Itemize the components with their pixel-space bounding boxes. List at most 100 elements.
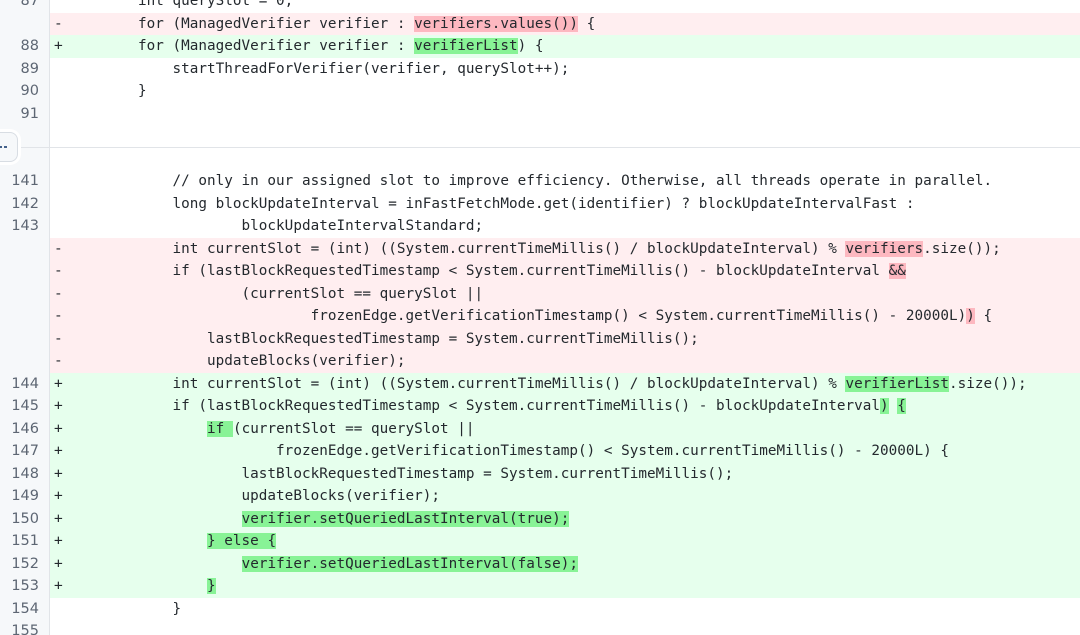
code-text: .size());	[949, 375, 1027, 392]
code-line: for (ManagedVerifier verifier : verifier…	[69, 13, 1080, 36]
diff-hunk-2: 141 // only in our assigned slot to impr…	[0, 170, 1080, 635]
diff-line-addition[interactable]: 148 + lastBlockRequestedTimestamp = Syste…	[0, 462, 1080, 486]
diff-hunk-1: 87 int querySlot = 0; - for (ManagedVerif…	[0, 0, 1080, 125]
diff-line-context[interactable]: 155	[0, 620, 1080, 635]
line-number	[0, 327, 50, 350]
hunk-separator-line	[0, 147, 1080, 148]
diff-marker	[50, 215, 69, 238]
code-text: }	[69, 83, 147, 99]
code-text: for (ManagedVerifier verifier :	[69, 15, 415, 32]
hunk-separator	[0, 125, 1080, 170]
diff-line-context[interactable]: 89 startThreadForVerifier(verifier, quer…	[0, 57, 1080, 81]
code-line: for (ManagedVerifier verifier : verifier…	[69, 35, 1080, 58]
line-number: 91	[0, 102, 50, 125]
word-diff-highlight: verifier.setQueriedLastInterval(false);	[241, 555, 579, 572]
diff-marker: +	[54, 443, 63, 459]
line-number: 143	[0, 215, 50, 238]
code-line: if (lastBlockRequestedTimestamp < System…	[69, 260, 1080, 283]
diff-line-addition[interactable]: 149 + updateBlocks(verifier);	[0, 485, 1080, 508]
diff-line-deletion[interactable]: - (currentSlot == querySlot ||	[0, 282, 1080, 305]
line-number: 154	[0, 597, 50, 620]
diff-line-addition[interactable]: 152 + verifier.setQueriedLastInterval(fal…	[0, 552, 1080, 576]
diff-marker: +	[54, 488, 63, 504]
code-text: lastBlockRequestedTimestamp = System.cur…	[69, 465, 734, 482]
word-diff-highlight: }	[207, 578, 216, 594]
diff-line-addition[interactable]: 144 + int currentSlot = (int) ((System.cu…	[0, 372, 1080, 395]
code-text: (currentSlot == querySlot ||	[69, 285, 484, 302]
diff-marker: +	[54, 38, 63, 54]
code-text: }	[69, 600, 182, 617]
diff-line-addition[interactable]: 151 + } else {	[0, 530, 1080, 553]
diff-line-addition[interactable]: 88 + for (ManagedVerifier verifier : veri…	[0, 35, 1080, 58]
word-diff-highlight: verifierList	[414, 38, 518, 54]
code-line: verifier.setQueriedLastInterval(false);	[69, 553, 1080, 576]
diff-marker: -	[54, 330, 63, 347]
code-text: // only in our assigned slot to improve …	[69, 173, 993, 189]
code-text: frozenEdge.getVerificationTimestamp() < …	[69, 308, 967, 324]
code-text: lastBlockRequestedTimestamp = System.cur…	[69, 330, 699, 347]
diff-line-addition[interactable]: 146 + if (currentSlot == querySlot ||	[0, 417, 1080, 441]
diff-line-deletion[interactable]: - int currentSlot = (int) ((System.curre…	[0, 237, 1080, 260]
diff-line-addition[interactable]: 145 + if (lastBlockRequestedTimestamp < S…	[0, 395, 1080, 418]
diff-line-deletion[interactable]: - frozenEdge.getVerificationTimestamp() …	[0, 305, 1080, 328]
expand-hunk-button[interactable]	[0, 132, 18, 162]
diff-line-context[interactable]: 142 long blockUpdateInterval = inFastFet…	[0, 192, 1080, 216]
code-line: if (currentSlot == querySlot ||	[69, 418, 1080, 441]
word-diff-highlight: )	[879, 398, 889, 414]
diff-line-deletion[interactable]: - if (lastBlockRequestedTimestamp < Syst…	[0, 260, 1080, 283]
code-text: long blockUpdateInterval = inFastFetchMo…	[69, 195, 915, 212]
code-line: }	[69, 575, 1080, 598]
diff-line-context[interactable]: 91	[0, 102, 1080, 125]
line-number: 89	[0, 57, 50, 80]
diff-line-context[interactable]: 143 blockUpdateIntervalStandard;	[0, 215, 1080, 238]
diff-line-context[interactable]: 141 // only in our assigned slot to impr…	[0, 170, 1080, 193]
line-number: 152	[0, 552, 50, 575]
word-diff-highlight: if	[207, 420, 233, 437]
line-number	[0, 305, 50, 328]
line-number	[0, 237, 50, 260]
diff-line-context[interactable]: 90 }	[0, 80, 1080, 103]
diff-line-deletion[interactable]: - lastBlockRequestedTimestamp = System.c…	[0, 327, 1080, 350]
diff-line-context[interactable]: 154 }	[0, 597, 1080, 621]
word-diff-highlight: {	[897, 398, 906, 414]
diff-marker: -	[54, 285, 63, 302]
code-text: if (lastBlockRequestedTimestamp < System…	[69, 263, 889, 279]
line-number	[0, 350, 50, 373]
line-number	[0, 260, 50, 283]
code-line: long blockUpdateInterval = inFastFetchMo…	[69, 193, 1080, 216]
line-number: 87	[0, 0, 50, 13]
code-line: lastBlockRequestedTimestamp = System.cur…	[69, 463, 1080, 486]
diff-marker: +	[54, 398, 63, 414]
diff-line-addition[interactable]: 153 + }	[0, 575, 1080, 598]
diff-marker: -	[54, 353, 63, 369]
code-text: int currentSlot = (int) ((System.current…	[69, 375, 846, 392]
word-diff-highlight: verifier.setQueriedLastInterval(true);	[241, 510, 570, 527]
diff-line-deletion[interactable]: - updateBlocks(verifier);	[0, 350, 1080, 373]
code-line: int querySlot = 0;	[69, 0, 1080, 13]
line-number: 150	[0, 507, 50, 530]
diff-line-context[interactable]: 87 int querySlot = 0;	[0, 0, 1080, 13]
line-number: 145	[0, 395, 50, 418]
line-number: 90	[0, 80, 50, 103]
diff-line-addition[interactable]: 150 + verifier.setQueriedLastInterval(tru…	[0, 507, 1080, 530]
diff-marker: -	[54, 15, 63, 32]
diff-line-addition[interactable]: 147 + frozenEdge.getVerificationTimestamp…	[0, 440, 1080, 463]
line-number: 151	[0, 530, 50, 553]
unfold-dots-icon	[0, 143, 8, 151]
diff-marker: +	[54, 578, 63, 594]
line-number: 147	[0, 440, 50, 463]
code-line: if (lastBlockRequestedTimestamp < System…	[69, 395, 1080, 418]
code-text: {	[578, 15, 596, 32]
diff-line-deletion[interactable]: - for (ManagedVerifier verifier : verifi…	[0, 12, 1080, 36]
diff-marker	[50, 58, 69, 81]
code-text: updateBlocks(verifier);	[69, 353, 406, 369]
code-text: for (ManagedVerifier verifier :	[69, 38, 415, 54]
code-diff-viewer: 87 int querySlot = 0; - for (ManagedVerif…	[0, 0, 1080, 635]
code-text: startThreadForVerifier(verifier, querySl…	[69, 60, 570, 77]
line-number: 153	[0, 575, 50, 598]
code-line: blockUpdateIntervalStandard;	[69, 215, 1080, 238]
code-line: }	[69, 598, 1080, 621]
